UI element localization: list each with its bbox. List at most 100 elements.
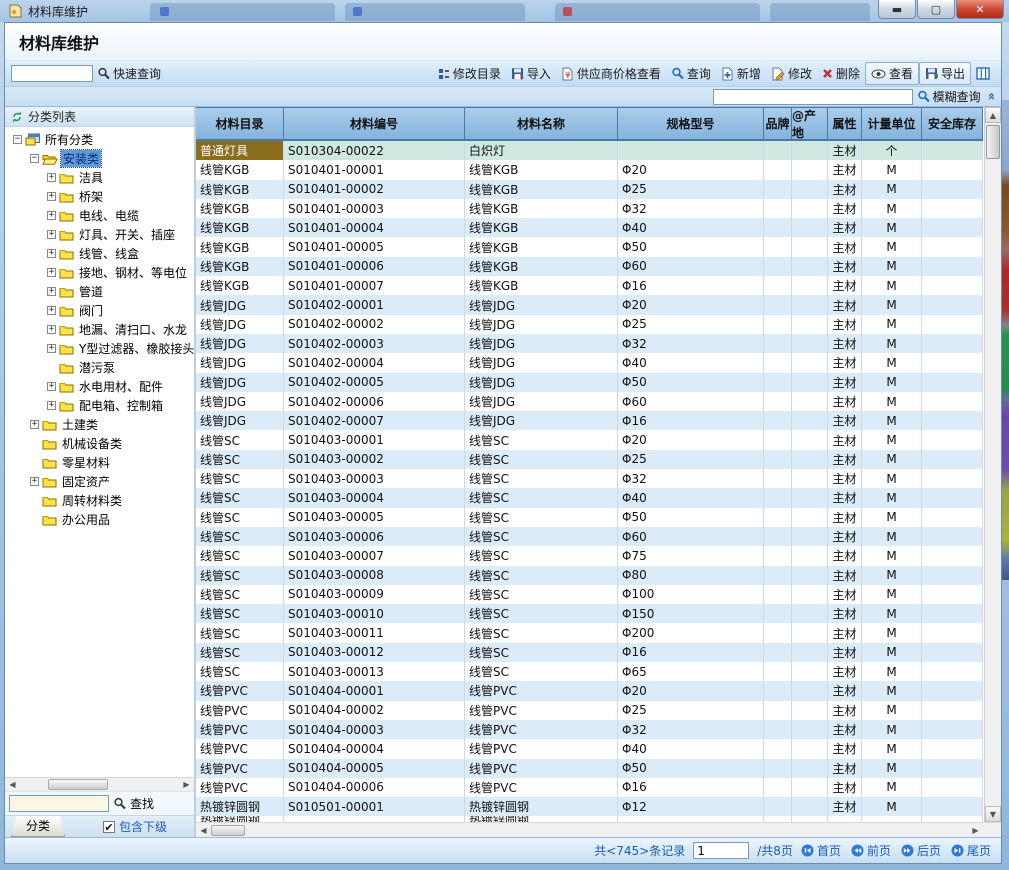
cell-材料目录[interactable]: 普通灯具 (196, 141, 284, 160)
cell-规格型号[interactable]: Φ25 (618, 701, 764, 720)
search-icon[interactable] (113, 797, 126, 810)
cell-@产地[interactable] (792, 759, 828, 778)
cell-材料目录[interactable]: 线管JDG (196, 411, 284, 430)
cell-材料目录[interactable]: 线管SC (196, 662, 284, 681)
cell-品牌[interactable] (764, 508, 792, 527)
cell-材料目录[interactable]: 线管PVC (196, 778, 284, 797)
cell-安全库存[interactable] (922, 392, 983, 411)
cell-材料编号[interactable]: S010404-00006 (284, 778, 465, 797)
cell-材料目录[interactable]: 线管SC (196, 623, 284, 642)
cell-品牌[interactable] (764, 430, 792, 449)
cell-计量单位[interactable]: M (862, 257, 922, 276)
cell-安全库存[interactable] (922, 527, 983, 546)
plus-expander-icon[interactable]: + (47, 287, 56, 296)
cell-@产地[interactable] (792, 643, 828, 662)
cell-材料名称[interactable]: 线管SC (465, 527, 618, 546)
collapse-panel-icon[interactable]: « (983, 92, 998, 100)
cell-计量单位[interactable]: M (862, 276, 922, 295)
cell-材料编号[interactable]: S010401-00007 (284, 276, 465, 295)
cell-安全库存[interactable] (922, 488, 983, 507)
tree-item-label[interactable]: 所有分类 (43, 131, 95, 148)
tree-item-潜污泵[interactable]: 潜污泵 (5, 358, 194, 377)
cell-材料目录[interactable]: 线管KGB (196, 180, 284, 199)
plus-expander-icon[interactable]: + (47, 325, 56, 334)
cell-品牌[interactable] (764, 353, 792, 372)
cell-安全库存[interactable] (922, 604, 983, 623)
cell-品牌[interactable] (764, 778, 792, 797)
cell-属性[interactable]: 主材 (828, 199, 862, 218)
cell-品牌[interactable] (764, 623, 792, 642)
cell-属性[interactable]: 主材 (828, 720, 862, 739)
cell-材料目录[interactable]: 线管SC (196, 604, 284, 623)
tree-item-零星材料[interactable]: 零星材料 (5, 453, 194, 472)
cell-@产地[interactable] (792, 508, 828, 527)
refresh-icon[interactable] (11, 111, 23, 123)
cell-材料目录[interactable]: 线管KGB (196, 199, 284, 218)
cell-属性[interactable]: 主材 (828, 315, 862, 334)
cell-材料编号[interactable]: S010401-00004 (284, 218, 465, 237)
cell-计量单位[interactable]: M (862, 527, 922, 546)
cell-属性[interactable]: 主材 (828, 778, 862, 797)
view-button[interactable]: 查看 (865, 62, 919, 85)
scroll-right-icon[interactable]: ▶ (968, 824, 983, 836)
scroll-right-icon[interactable]: ▶ (179, 779, 194, 791)
cell-计量单位[interactable]: M (862, 160, 922, 179)
table-row[interactable]: 线管SCS010403-00011线管SCΦ200主材M (196, 623, 1001, 642)
cell-规格型号[interactable] (618, 816, 764, 822)
scroll-down-icon[interactable]: ▼ (985, 806, 1001, 822)
cell-材料目录[interactable]: 线管JDG (196, 353, 284, 372)
cell-材料编号[interactable]: S010401-00005 (284, 237, 465, 256)
cell-材料目录[interactable]: 线管KGB (196, 237, 284, 256)
cell-品牌[interactable] (764, 739, 792, 758)
cell-计量单位[interactable]: M (862, 315, 922, 334)
cell-规格型号[interactable]: Φ65 (618, 662, 764, 681)
cell-安全库存[interactable] (922, 797, 983, 816)
last-page-button[interactable]: 尾页 (951, 842, 991, 859)
tree-item-label[interactable]: 电线、电缆 (77, 207, 141, 224)
cell-@产地[interactable] (792, 141, 828, 160)
cell-材料名称[interactable]: 线管SC (465, 469, 618, 488)
cell-计量单位[interactable]: M (862, 488, 922, 507)
cell-安全库存[interactable] (922, 180, 983, 199)
cell-属性[interactable]: 主材 (828, 295, 862, 314)
tree-item-办公用品[interactable]: 办公用品 (5, 510, 194, 529)
cell-材料目录[interactable]: 线管PVC (196, 739, 284, 758)
cell-材料名称[interactable]: 线管PVC (465, 739, 618, 758)
tree-item-安装类[interactable]: −安装类 (5, 149, 194, 168)
cell-安全库存[interactable] (922, 334, 983, 353)
table-row[interactable]: 线管PVCS010404-00003线管PVCΦ32主材M (196, 720, 1001, 739)
table-row[interactable]: 线管SCS010403-00006线管SCΦ60主材M (196, 527, 1001, 546)
cell-规格型号[interactable]: Φ60 (618, 392, 764, 411)
cell-材料目录[interactable]: 线管SC (196, 450, 284, 469)
cell-品牌[interactable] (764, 199, 792, 218)
cell-属性[interactable]: 主材 (828, 604, 862, 623)
cell-@产地[interactable] (792, 681, 828, 700)
tree-item-水电用材、配件[interactable]: +水电用材、配件 (5, 377, 194, 396)
cell-材料编号[interactable]: S010402-00003 (284, 334, 465, 353)
tree-item-label[interactable]: 安装类 (61, 150, 101, 167)
cell-品牌[interactable] (764, 604, 792, 623)
cell-属性[interactable]: 主材 (828, 585, 862, 604)
cell-规格型号[interactable]: Φ100 (618, 585, 764, 604)
table-row[interactable]: 线管SCS010403-00004线管SCΦ40主材M (196, 488, 1001, 507)
column-header-材料编号[interactable]: 材料编号 (284, 107, 465, 141)
cell-属性[interactable]: 主材 (828, 276, 862, 295)
cell-计量单位[interactable]: M (862, 701, 922, 720)
cell-材料编号[interactable]: S010401-00003 (284, 199, 465, 218)
cell-品牌[interactable] (764, 295, 792, 314)
cell-属性[interactable]: 主材 (828, 527, 862, 546)
cell-材料名称[interactable]: 线管KGB (465, 276, 618, 295)
tree-item-label[interactable]: 潜污泵 (77, 359, 117, 376)
cell-规格型号[interactable]: Φ20 (618, 681, 764, 700)
cell-规格型号[interactable]: Φ12 (618, 797, 764, 816)
cell-规格型号[interactable]: Φ20 (618, 295, 764, 314)
cell-材料名称[interactable]: 线管PVC (465, 778, 618, 797)
cell-材料编号[interactable]: S010404-00005 (284, 759, 465, 778)
tree-item-阀门[interactable]: +阀门 (5, 301, 194, 320)
modify-button[interactable]: 修改 (766, 63, 817, 84)
cell-安全库存[interactable] (922, 662, 983, 681)
cell-计量单位[interactable]: M (862, 739, 922, 758)
cell-品牌[interactable] (764, 450, 792, 469)
cell-安全库存[interactable] (922, 739, 983, 758)
cell-安全库存[interactable] (922, 276, 983, 295)
